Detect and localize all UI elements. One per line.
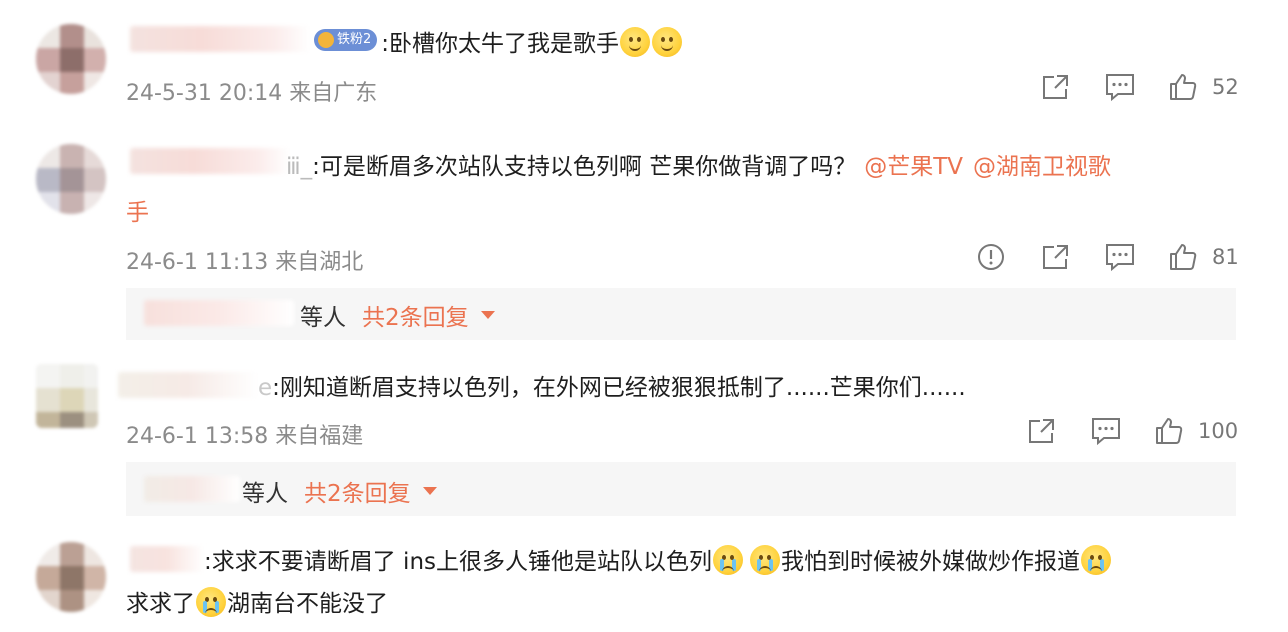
like-count: 81 — [1212, 245, 1239, 269]
comment-button[interactable] — [1104, 242, 1136, 272]
comment-button[interactable] — [1104, 72, 1136, 102]
like-button[interactable]: 52 — [1168, 72, 1239, 102]
smile-emoji-icon — [652, 27, 683, 57]
comment-item: ⅲ_:可是断眉多次站队支持以色列啊 芒果你做背调了吗？ @芒果TV @湖南卫视歌 手… — [0, 120, 1288, 340]
reply-username[interactable] — [144, 476, 240, 502]
avatar[interactable] — [36, 542, 106, 612]
comment-text: ⅲ_:可是断眉多次站队支持以色列啊 芒果你做背调了吗？ @芒果TV @湖南卫视歌 — [286, 154, 1112, 180]
comment-text: e:刚知道断眉支持以色列，在外网已经被狠狠抵制了......芒果你们...... — [258, 375, 966, 401]
crying-emoji-icon — [750, 545, 781, 575]
like-icon — [1156, 418, 1183, 444]
mention-link[interactable]: @湖南卫视歌 — [973, 154, 1111, 180]
mention-link-continued[interactable]: 手 — [126, 191, 149, 235]
share-icon — [1029, 419, 1054, 443]
comment-text: 铁粉2:卧槽你太牛了我是歌手 — [314, 22, 683, 66]
avatar[interactable] — [36, 144, 106, 214]
report-icon — [978, 244, 1004, 270]
share-button[interactable] — [1040, 242, 1072, 272]
username[interactable] — [130, 546, 204, 572]
username[interactable] — [130, 26, 310, 52]
comment-item: :求求不要请断眉了 ins上很多人锤他是站队以色列 我怕到时候被外媒做炒作报道 求… — [0, 528, 1288, 632]
reply-username[interactable] — [144, 300, 294, 326]
reply-summary: 等人 共2条回复 — [242, 474, 437, 508]
comment-meta: 24-5-31 20:14 来自广东 — [126, 81, 378, 106]
replies-preview: 等人 共2条回复 — [126, 288, 1236, 340]
chevron-down-icon[interactable] — [422, 487, 437, 495]
reply-summary: 等人 共2条回复 — [300, 298, 495, 332]
chevron-down-icon[interactable] — [480, 311, 495, 319]
smile-emoji-icon — [620, 27, 651, 57]
comment-meta: 24-6-1 11:13 来自湖北 — [126, 250, 364, 275]
username[interactable] — [118, 372, 258, 398]
share-button[interactable] — [1040, 72, 1072, 102]
replies-preview: 等人 共2条回复 — [126, 462, 1236, 516]
avatar[interactable] — [36, 24, 106, 94]
share-button[interactable] — [1026, 416, 1058, 446]
crown-icon — [318, 32, 334, 48]
crying-emoji-icon — [1081, 545, 1112, 575]
like-button[interactable]: 100 — [1154, 416, 1238, 446]
comment-meta: 24-6-1 13:58 来自福建 — [126, 424, 364, 449]
like-icon — [1170, 74, 1197, 100]
comment-text: :求求不要请断眉了 ins上很多人锤他是站队以色列 我怕到时候被外媒做炒作报道 — [204, 540, 1112, 584]
report-button[interactable] — [976, 242, 1006, 272]
fan-badge: 铁粉2 — [314, 29, 378, 51]
comment-icon — [1106, 244, 1134, 272]
comment-text-line2: 求求了 湖南台不能没了 — [126, 582, 388, 626]
comment-button[interactable] — [1090, 416, 1122, 446]
comment-icon — [1092, 418, 1120, 446]
crying-emoji-icon — [713, 545, 744, 575]
like-count: 52 — [1212, 75, 1239, 99]
comment-item: 铁粉2:卧槽你太牛了我是歌手 24-5-31 20:14 来自广东 52 — [0, 0, 1288, 120]
comment-icon — [1106, 74, 1134, 102]
share-icon — [1043, 245, 1068, 269]
avatar[interactable] — [36, 364, 98, 428]
comment-item: e:刚知道断眉支持以色列，在外网已经被狠狠抵制了......芒果你们......… — [0, 350, 1288, 518]
like-icon — [1170, 244, 1197, 270]
view-replies-link[interactable]: 共2条回复 — [362, 298, 469, 332]
share-icon — [1043, 75, 1068, 99]
like-button[interactable]: 81 — [1168, 242, 1239, 272]
mention-link[interactable]: @芒果TV — [864, 154, 963, 180]
like-count: 100 — [1198, 419, 1239, 443]
view-replies-link[interactable]: 共2条回复 — [304, 474, 411, 508]
username[interactable] — [130, 148, 290, 174]
crying-emoji-icon — [196, 587, 226, 617]
